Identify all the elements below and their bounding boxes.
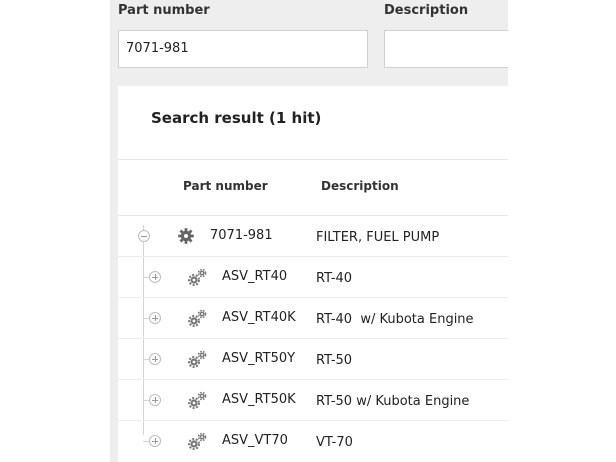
table-row[interactable]: 7071-981 FILTER, FUEL PUMP bbox=[118, 216, 508, 257]
part-number-cell[interactable]: ASV_RT50K bbox=[222, 392, 296, 407]
results-title: Search result (1 hit) bbox=[151, 109, 322, 127]
description-cell: FILTER, FUEL PUMP bbox=[316, 230, 440, 245]
table-row[interactable]: ASV_RT50Y RT-50 bbox=[118, 339, 508, 380]
divider bbox=[118, 159, 508, 160]
expand-icon[interactable] bbox=[149, 271, 161, 283]
part-number-cell[interactable]: ASV_RT50Y bbox=[222, 351, 295, 366]
column-header-part-number[interactable]: Part number bbox=[183, 179, 268, 193]
part-number-cell[interactable]: ASV_VT70 bbox=[222, 433, 288, 448]
description-cell: RT-50 bbox=[316, 353, 353, 368]
description-cell: RT-40 w/ Kubota Engine bbox=[316, 312, 474, 327]
expand-icon[interactable] bbox=[149, 394, 161, 406]
gears-icon bbox=[188, 432, 208, 454]
description-cell: RT-50 w/ Kubota Engine bbox=[316, 394, 470, 409]
gears-icon bbox=[188, 268, 208, 290]
description-cell: VT-70 bbox=[316, 435, 353, 450]
part-number-cell[interactable]: ASV_RT40K bbox=[222, 310, 296, 325]
gears-icon bbox=[188, 350, 208, 372]
description-input[interactable] bbox=[384, 30, 508, 68]
table-row[interactable]: ASV_RT40K RT-40 w/ Kubota Engine bbox=[118, 298, 508, 339]
collapse-icon[interactable] bbox=[138, 230, 150, 242]
expand-icon[interactable] bbox=[149, 435, 161, 447]
description-label: Description bbox=[384, 3, 469, 18]
search-results-panel: Search result (1 hit) Part number Descri… bbox=[118, 86, 508, 462]
description-cell: RT-40 bbox=[316, 271, 353, 286]
table-row[interactable]: ASV_RT50K RT-50 w/ Kubota Engine bbox=[118, 380, 508, 421]
expand-icon[interactable] bbox=[149, 312, 161, 324]
table-row[interactable]: ASV_RT40 RT-40 bbox=[118, 257, 508, 298]
gear-icon bbox=[177, 227, 195, 249]
part-number-input[interactable]: 7071-981 bbox=[118, 30, 368, 68]
table-row[interactable]: ASV_VT70 VT-70 bbox=[118, 421, 508, 462]
gears-icon bbox=[188, 309, 208, 331]
part-number-label: Part number bbox=[118, 3, 210, 18]
expand-icon[interactable] bbox=[149, 353, 161, 365]
part-number-cell[interactable]: 7071-981 bbox=[210, 228, 273, 243]
part-number-cell[interactable]: ASV_RT40 bbox=[222, 269, 287, 284]
gears-icon bbox=[188, 391, 208, 413]
column-header-description[interactable]: Description bbox=[321, 179, 399, 193]
